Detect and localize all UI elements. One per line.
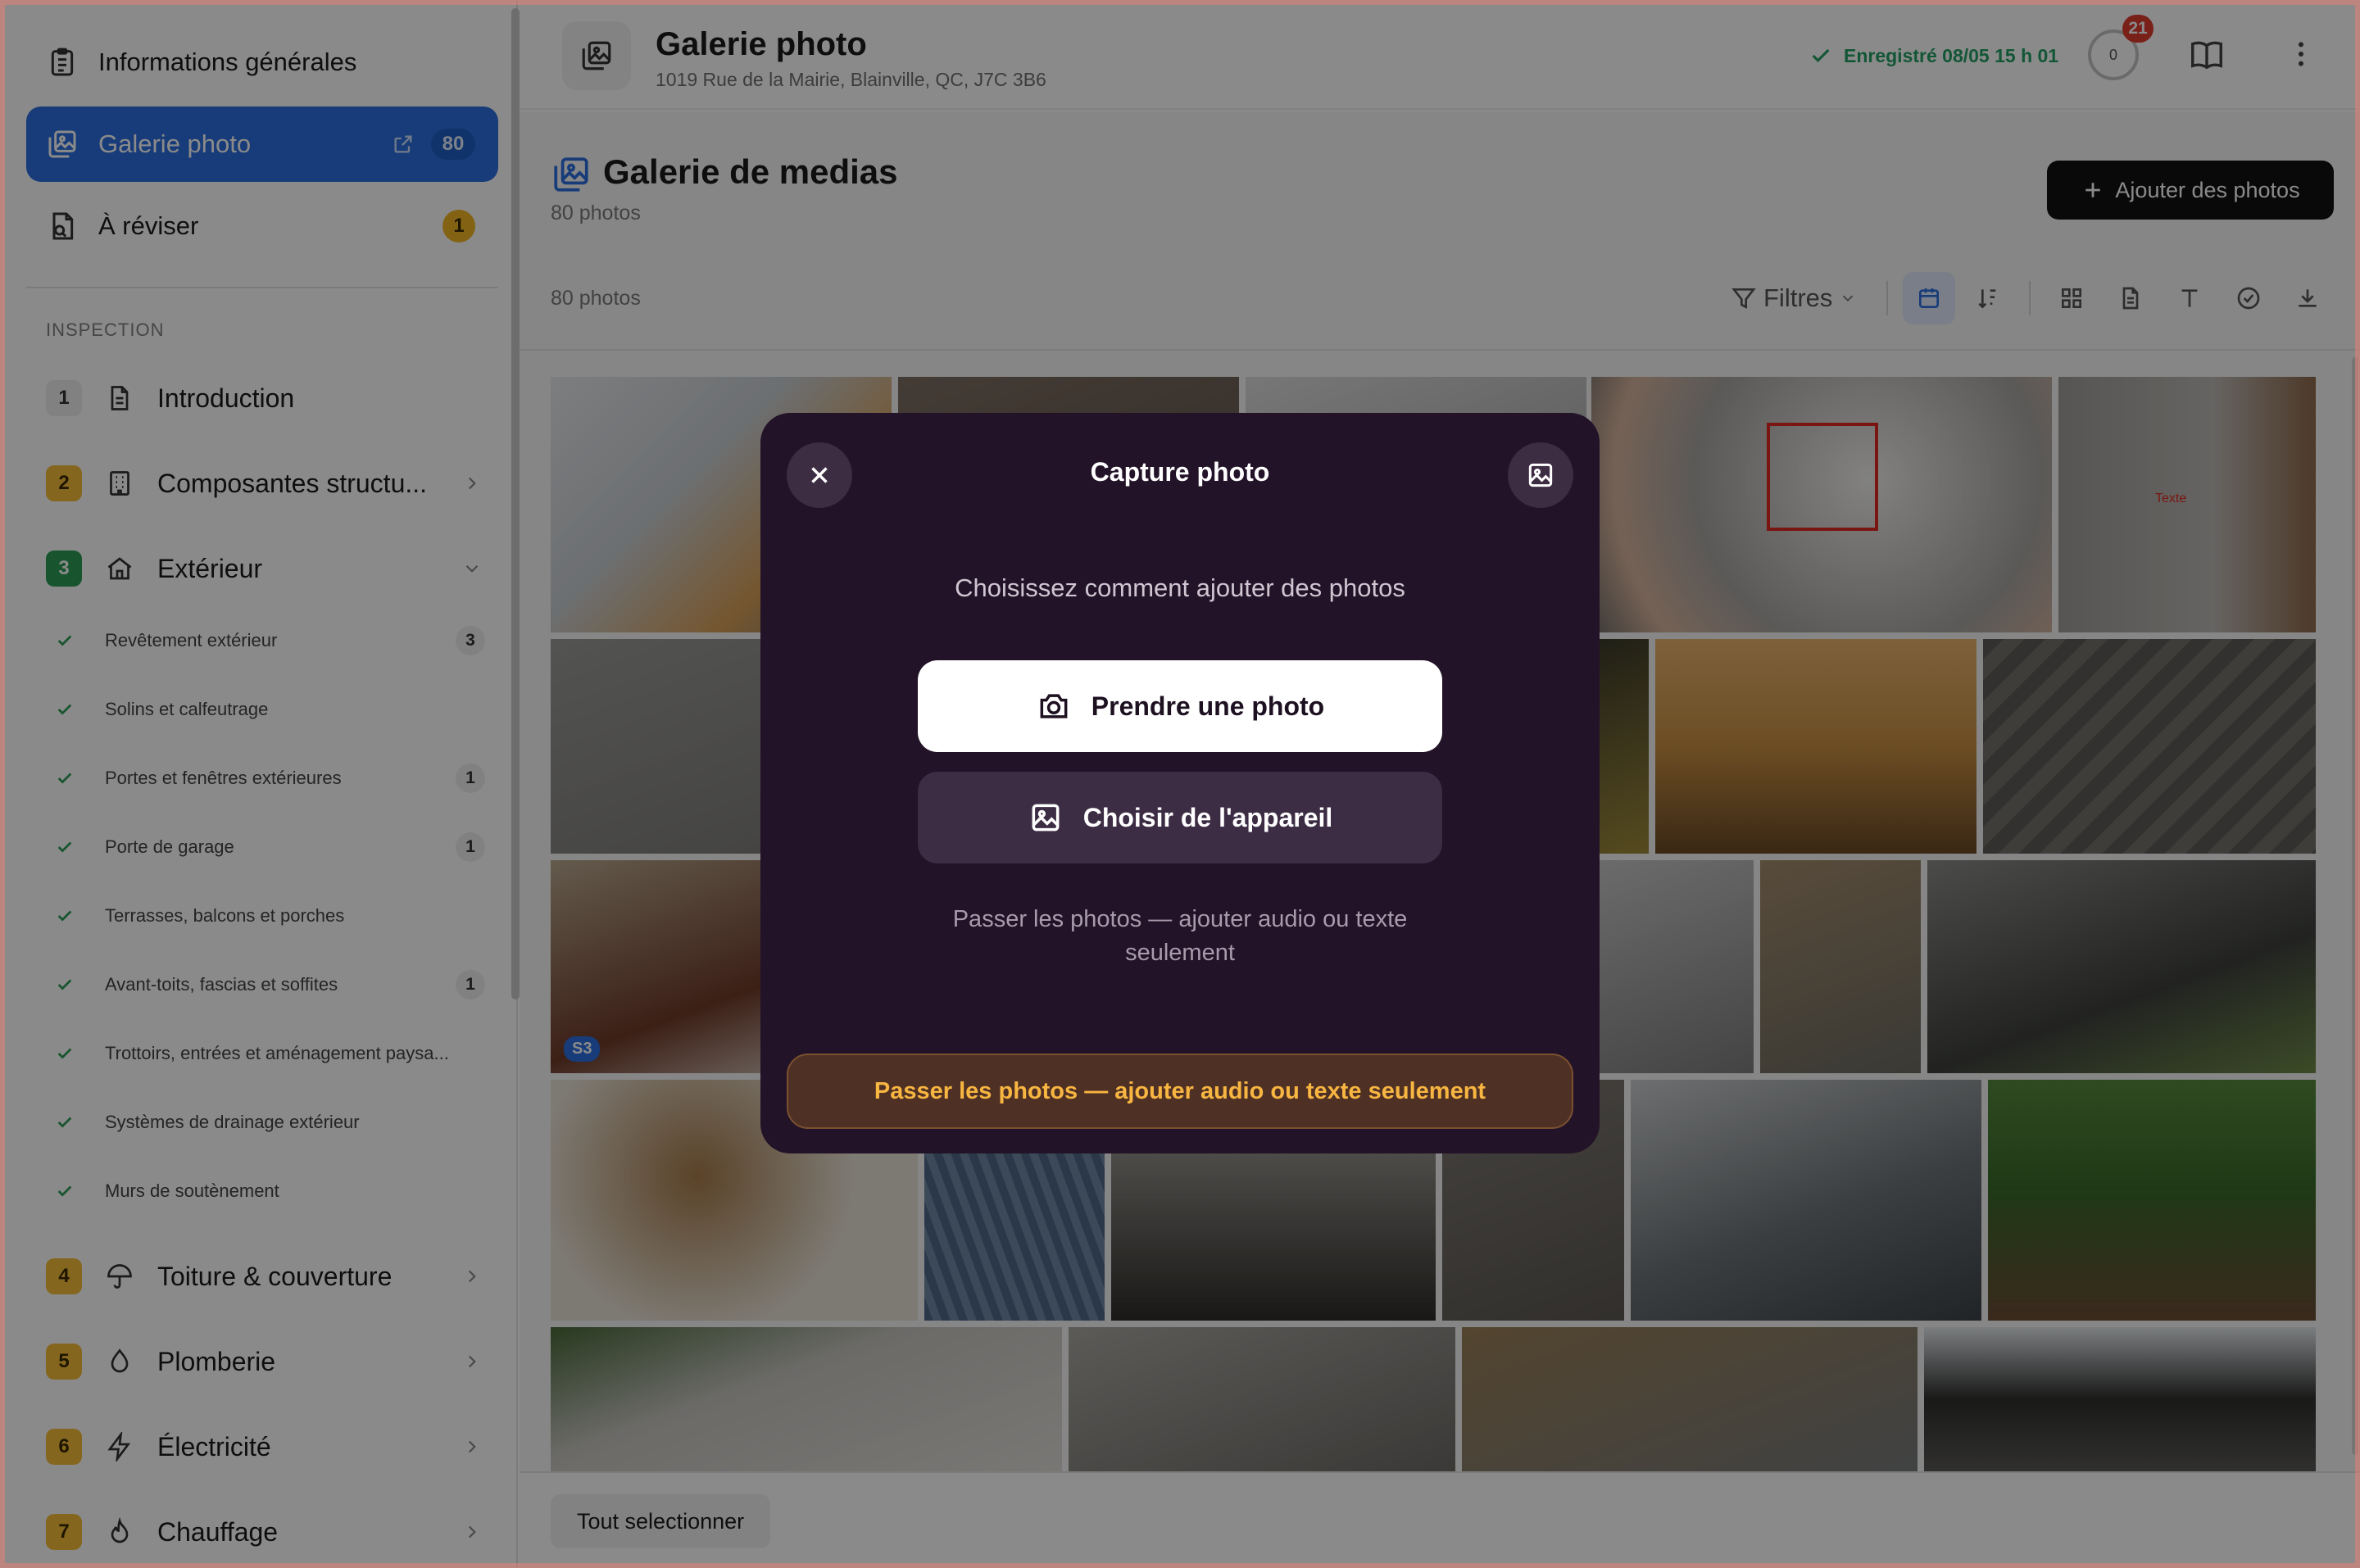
open-gallery-button[interactable]: [1508, 442, 1573, 508]
skip-photos-button[interactable]: Passer les photos — ajouter audio ou tex…: [787, 1054, 1573, 1129]
camera-icon: [1040, 694, 1068, 718]
choose-from-device-button[interactable]: Choisir de l'appareil: [918, 772, 1442, 863]
take-photo-label: Prendre une photo: [1091, 691, 1325, 721]
take-photo-button[interactable]: Prendre une photo: [918, 660, 1442, 752]
image-icon: [1032, 804, 1060, 832]
app-window: Informations générales Galerie photo 80 …: [0, 0, 2360, 1568]
modal-title: Capture photo: [1090, 457, 1270, 487]
modal-prompt: Choisissez comment ajouter des photos: [955, 573, 1405, 602]
image-icon: [1528, 463, 1553, 487]
capture-photo-modal: Capture photo Choisissez comment ajouter…: [760, 413, 1600, 1153]
choose-from-device-label: Choisir de l'appareil: [1082, 802, 1333, 832]
skip-photos-link[interactable]: Passer les photos — ajouter audio ou tex…: [918, 903, 1442, 970]
